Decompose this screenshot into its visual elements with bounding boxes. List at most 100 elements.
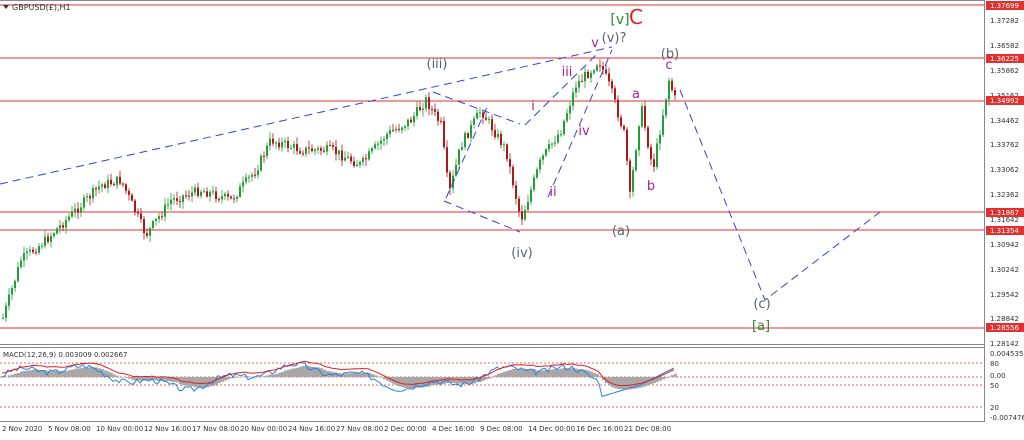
- price-tag: 1.34992: [990, 97, 1019, 105]
- candle-body: [215, 191, 217, 200]
- wave-label: C: [629, 5, 643, 29]
- macd-bar: [17, 372, 20, 377]
- macd-bar: [353, 372, 356, 377]
- candle-body: [476, 112, 478, 119]
- candle-body: [626, 129, 628, 161]
- macd-bar: [248, 376, 251, 378]
- candle-body: [26, 251, 28, 254]
- candle-body: [47, 236, 49, 242]
- candle-body: [248, 176, 250, 178]
- wave-label: v: [591, 36, 599, 51]
- macd-bar: [131, 377, 134, 380]
- candle-body: [392, 130, 394, 132]
- candle-body: [161, 216, 163, 218]
- candle-body: [650, 147, 652, 160]
- candle-body: [185, 195, 187, 197]
- macd-bar: [110, 372, 113, 377]
- candle-body: [413, 115, 415, 123]
- candle-body: [434, 109, 436, 112]
- macd-bar: [284, 370, 287, 377]
- macd-bar: [452, 377, 455, 384]
- macd-bar: [26, 370, 29, 377]
- candle-body: [29, 249, 31, 252]
- macd-bar: [32, 369, 35, 377]
- candle-body: [218, 199, 220, 201]
- price-tick: 1.32362: [990, 191, 1019, 199]
- candle-body: [326, 145, 328, 152]
- candle-body: [230, 196, 232, 199]
- macd-bar: [53, 370, 56, 377]
- macd-bar: [530, 369, 533, 377]
- candle-body: [590, 72, 592, 78]
- macd-bar: [68, 370, 71, 377]
- candle-body: [407, 119, 409, 127]
- candle-body: [221, 196, 223, 200]
- macd-bar: [569, 368, 572, 377]
- candle-body: [500, 133, 502, 145]
- candle-body: [125, 184, 127, 191]
- candle-body: [149, 227, 151, 236]
- candle-body: [596, 65, 598, 71]
- wave-label: i: [531, 99, 535, 114]
- candle-body: [65, 219, 67, 228]
- candle-body: [119, 176, 121, 184]
- macd-bar: [65, 371, 68, 377]
- macd-bar: [542, 370, 545, 377]
- candle-body: [191, 192, 193, 197]
- macd-bar: [119, 377, 122, 378]
- macd-bar: [125, 377, 128, 378]
- time-tick: 10 Nov 00:00: [96, 425, 143, 433]
- macd-bar: [290, 368, 293, 377]
- candle-body: [569, 105, 571, 114]
- macd-bar: [509, 369, 512, 377]
- wave-label: (a): [612, 224, 630, 239]
- macd-bar: [242, 376, 245, 378]
- forex-chart: (iii) (iv) (v)? [v] C i ii iii iv v a b …: [0, 0, 1024, 440]
- macd-bar: [668, 376, 671, 378]
- candle-body: [107, 179, 109, 188]
- time-tick: 9 Dec 08:00: [480, 425, 523, 433]
- candle-body: [83, 197, 85, 208]
- time-tick: 14 Dec 00:00: [528, 425, 575, 433]
- macd-bar: [89, 367, 92, 377]
- macd-bar: [485, 377, 488, 380]
- candle-body: [134, 200, 136, 213]
- candle-body: [620, 117, 622, 126]
- macd-bar: [224, 377, 227, 381]
- candle-body: [146, 232, 148, 236]
- candle-body: [299, 151, 301, 154]
- macd-bar: [272, 374, 275, 377]
- candle-body: [665, 99, 667, 116]
- candle-body: [71, 211, 73, 217]
- macd-bar: [113, 374, 116, 377]
- price-tag: 1.28556: [990, 324, 1019, 332]
- candle-body: [62, 225, 64, 228]
- macd-bar: [443, 377, 446, 384]
- macd-bar: [401, 377, 404, 388]
- macd-bar: [503, 371, 506, 377]
- time-tick: 4 Dec 16:00: [432, 425, 475, 433]
- candle-body: [374, 144, 376, 149]
- candle-body: [641, 106, 643, 127]
- candle-body: [95, 188, 97, 190]
- candle-body: [617, 99, 619, 118]
- macd-bar: [200, 377, 203, 388]
- candle-body: [278, 142, 280, 148]
- candle-body: [236, 196, 238, 199]
- candle-body: [152, 221, 154, 228]
- candle-body: [203, 191, 205, 193]
- candle-body: [572, 92, 574, 106]
- macd-bar: [590, 371, 593, 377]
- macd-bar: [308, 366, 311, 377]
- macd-bar: [116, 375, 119, 377]
- macd-bar: [482, 377, 485, 381]
- macd-bar: [122, 377, 125, 378]
- chart-title: GBPUSD(£),H1: [3, 3, 71, 12]
- candle-body: [167, 204, 169, 206]
- macd-bar: [296, 367, 299, 377]
- candle-body: [116, 176, 118, 186]
- candle-body: [98, 186, 100, 190]
- candle-body: [440, 120, 442, 122]
- time-tick: 12 Nov 16:00: [144, 425, 191, 433]
- macd-bar: [659, 377, 662, 381]
